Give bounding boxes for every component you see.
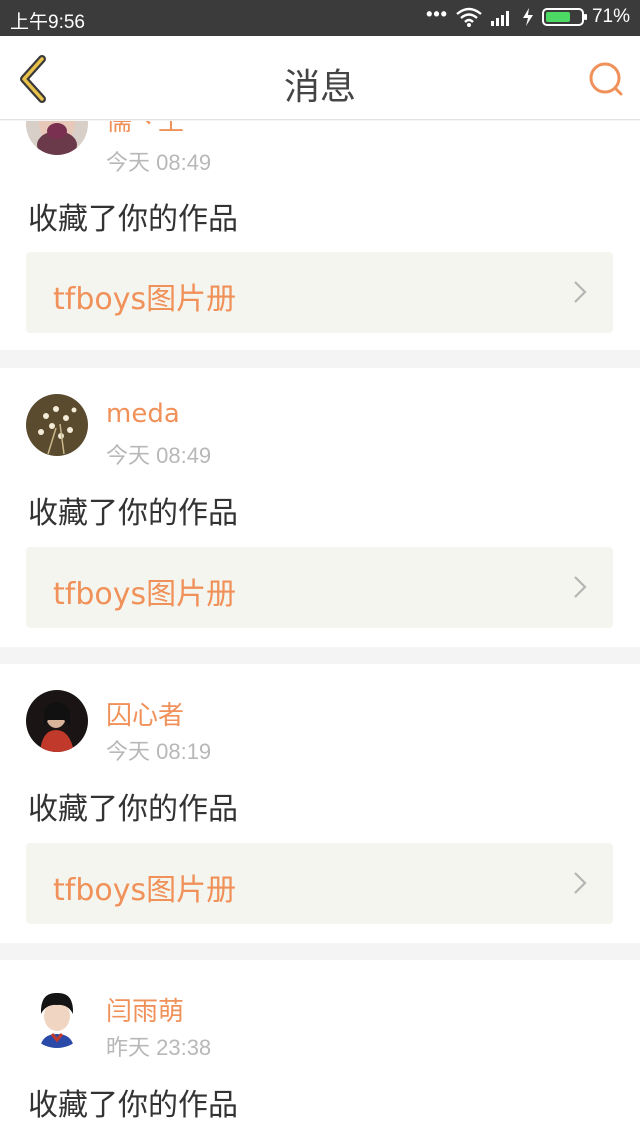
battery-percent: 71% [591,6,630,27]
battery-icon [541,8,587,26]
username[interactable]: 囚心者 [106,695,184,732]
avatar[interactable] [26,986,88,1048]
timestamp: 今天 08:49 [106,150,212,175]
avatar[interactable] [26,121,88,155]
message-feed[interactable]: 儒丶王 今天 08:49 收藏了你的作品 tfboys图片册 meda 今天 0… [0,121,640,1138]
username[interactable]: meda [106,399,180,429]
work-card[interactable]: tfboys图片册 [26,843,613,924]
action-text: 收藏了你的作品 [28,792,238,827]
chevron-right-icon [574,576,587,598]
action-text: 收藏了你的作品 [28,1088,238,1123]
app-header: 消息 [0,36,640,120]
work-card[interactable]: tfboys图片册 [26,252,613,333]
cell-signal-icon [490,11,509,26]
avatar[interactable] [26,394,88,456]
timestamp: 今天 08:19 [106,739,212,764]
card-title: tfboys图片册 [53,577,237,612]
timestamp: 昨天 23:38 [106,1035,212,1060]
avatar[interactable] [26,690,88,752]
status-icons: ••• 71% [426,3,630,28]
status-bar: 上午9:56 ••• 71% [0,0,640,36]
chevron-right-icon [574,872,587,894]
username[interactable]: 儒丶王 [106,121,184,138]
work-card[interactable]: tfboys图片册 [26,547,613,628]
avatar-image [26,986,88,1048]
wifi-icon [456,7,482,27]
status-time: 上午9:56 [10,12,85,33]
timestamp: 今天 08:49 [106,443,212,468]
list-item[interactable]: meda 今天 08:49 收藏了你的作品 tfboys图片册 [0,368,640,647]
card-title: tfboys图片册 [53,282,237,317]
card-title: tfboys图片册 [53,873,237,908]
list-item[interactable]: 囚心者 今天 08:19 收藏了你的作品 tfboys图片册 [0,664,640,943]
list-item[interactable]: 儒丶王 今天 08:49 收藏了你的作品 tfboys图片册 [0,121,640,350]
avatar-image [26,690,88,752]
action-text: 收藏了你的作品 [28,496,238,531]
list-item[interactable]: 闫雨萌 昨天 23:38 收藏了你的作品 [0,960,640,1138]
page-title: 消息 [283,67,356,108]
more-dots-icon: ••• [426,3,448,24]
avatar-image [26,121,88,155]
charging-bolt-icon [522,8,533,26]
action-text: 收藏了你的作品 [28,202,238,237]
search-icon[interactable] [586,60,626,100]
battery-fill [545,12,571,22]
avatar-image [26,394,88,456]
chevron-right-icon [574,281,587,303]
username[interactable]: 闫雨萌 [106,991,184,1028]
